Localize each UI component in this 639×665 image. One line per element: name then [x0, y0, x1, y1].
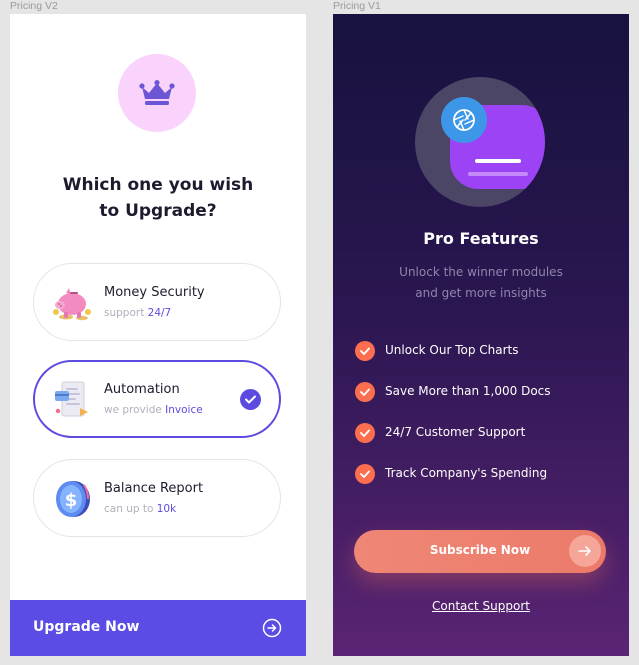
invoice-icon [55, 381, 88, 417]
option-title: Automation [104, 382, 180, 397]
check-icon [355, 382, 375, 402]
pro-hero-illustration [415, 77, 545, 207]
dollar-coin-icon: $ [56, 481, 90, 517]
frame-label-v2: Pricing V2 [10, 0, 58, 12]
subscribe-now-button[interactable]: Subscribe Now [354, 530, 606, 573]
check-icon [355, 423, 375, 443]
page-title: Which one you wish to Upgrade? [62, 175, 254, 221]
piggy-bank-icon [53, 288, 91, 321]
frame-label-v1: Pricing V1 [333, 0, 381, 12]
check-icon [355, 464, 375, 484]
option-subtitle: support 24/7 [104, 307, 172, 319]
arrow-right-circle-icon [262, 618, 282, 638]
arrow-right-icon [569, 535, 601, 567]
feature-label: Save More than 1,000 Docs [385, 384, 551, 398]
upgrade-now-button[interactable]: Upgrade Now [10, 600, 306, 656]
feature-item: Save More than 1,000 Docs [355, 382, 615, 402]
option-balance-report[interactable]: $ Balance Report can up to 10k [33, 459, 281, 537]
svg-text:$: $ [65, 490, 78, 511]
feature-label: Track Company's Spending [385, 466, 548, 480]
crown-badge [118, 54, 196, 132]
selected-check-icon [240, 389, 261, 410]
option-money-security[interactable]: Money Security support 24/7 [33, 263, 281, 341]
option-subtitle: we provide Invoice [104, 404, 203, 416]
option-title: Money Security [104, 285, 205, 300]
feature-item: Track Company's Spending [355, 464, 615, 484]
crown-icon [139, 80, 175, 105]
contact-support-link[interactable]: Contact Support [333, 599, 629, 613]
feature-label: 24/7 Customer Support [385, 425, 526, 439]
document-line [475, 159, 521, 163]
upgrade-label: Upgrade Now [33, 619, 140, 635]
check-icon [355, 341, 375, 361]
option-title: Balance Report [104, 481, 204, 496]
feature-item: Unlock Our Top Charts [355, 341, 615, 361]
option-automation[interactable]: Automation we provide Invoice [33, 360, 281, 438]
pro-features-title: Pro Features [423, 229, 539, 248]
pricing-v1-screen: Pro Features Unlock the winner modules a… [333, 14, 629, 656]
pricing-v2-screen: Which one you wish to Upgrade? Money Sec… [10, 14, 306, 656]
feature-item: 24/7 Customer Support [355, 423, 615, 443]
document-line [468, 172, 528, 176]
pro-features-subtitle: Unlock the winner modules and get more i… [399, 265, 563, 300]
feature-label: Unlock Our Top Charts [385, 343, 519, 357]
aperture-icon [441, 97, 487, 143]
option-subtitle: can up to 10k [104, 503, 177, 515]
